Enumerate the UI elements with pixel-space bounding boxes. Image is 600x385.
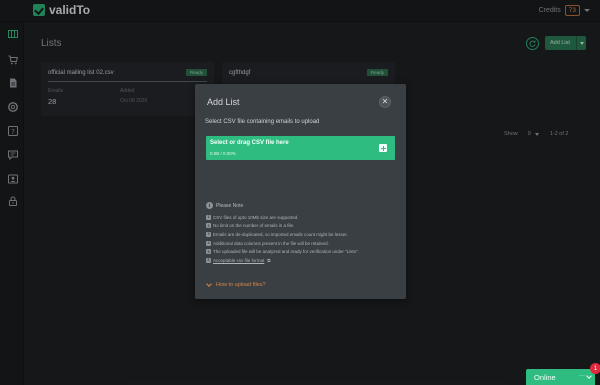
how-to-upload-toggle[interactable]: How to upload files? (206, 280, 266, 288)
chevron-down-icon[interactable] (586, 373, 592, 379)
list-item: 1 CSV files of upto 10Mb size are support… (206, 213, 359, 222)
note-list: 1 CSV files of upto 10Mb size are support… (206, 213, 359, 265)
chat-widget[interactable]: Online ··· (526, 369, 595, 385)
modal-subtitle: Select CSV file containing emails to upl… (205, 119, 320, 125)
close-icon[interactable]: ✕ (379, 96, 391, 108)
list-item: 3 Emails are de-duplicated, so imported e… (206, 230, 359, 239)
number-6-icon: 6 (206, 257, 211, 263)
csv-dropzone[interactable]: Select or drag CSV file here 0.0B / 0.00… (206, 136, 395, 160)
list-item: 5 The uploaded file will be analyzed and … (206, 247, 359, 256)
notification-badge: 1 (590, 363, 600, 374)
number-5-icon: 5 (206, 249, 211, 255)
add-list-modal: Add List ✕ Select CSV file containing em… (195, 84, 406, 299)
number-2-icon: 2 (206, 223, 211, 229)
note-text: No limit on the number of emails in a fi… (213, 223, 295, 229)
number-1-icon: 1 (206, 214, 211, 220)
more-icon[interactable]: ··· (579, 373, 585, 379)
list-item: 6 Acceptable csv file format ⧉ (206, 256, 359, 265)
note-title: Please Note (216, 202, 244, 209)
how-to-label: How to upload files? (216, 282, 266, 288)
note-text: CSV files of upto 10Mb size are supporte… (213, 214, 299, 220)
info-icon: i (206, 202, 213, 209)
dropzone-title: Select or drag CSV file here (210, 140, 289, 146)
list-item: 4 Additional data columns present in the … (206, 239, 359, 248)
external-link-icon[interactable]: ⧉ (267, 258, 270, 263)
chevron-down-icon (206, 280, 212, 287)
number-4-icon: 4 (206, 240, 211, 246)
csv-format-link[interactable]: Acceptable csv file format (213, 258, 264, 263)
number-3-icon: 3 (206, 231, 211, 237)
note-text: Emails are de-duplicated, so imported em… (213, 231, 348, 237)
plus-icon[interactable] (379, 144, 387, 152)
note-text: The uploaded file will be analyzed and r… (213, 249, 359, 255)
upload-status: 0.0B / 0.00% (210, 151, 236, 156)
modal-title: Add List (207, 97, 240, 107)
note-heading: i Please Note (206, 202, 243, 209)
list-item: 2 No limit on the number of emails in a f… (206, 222, 359, 231)
note-text: Additional data columns present in the f… (213, 240, 329, 246)
chat-status-label: Online (534, 373, 556, 382)
